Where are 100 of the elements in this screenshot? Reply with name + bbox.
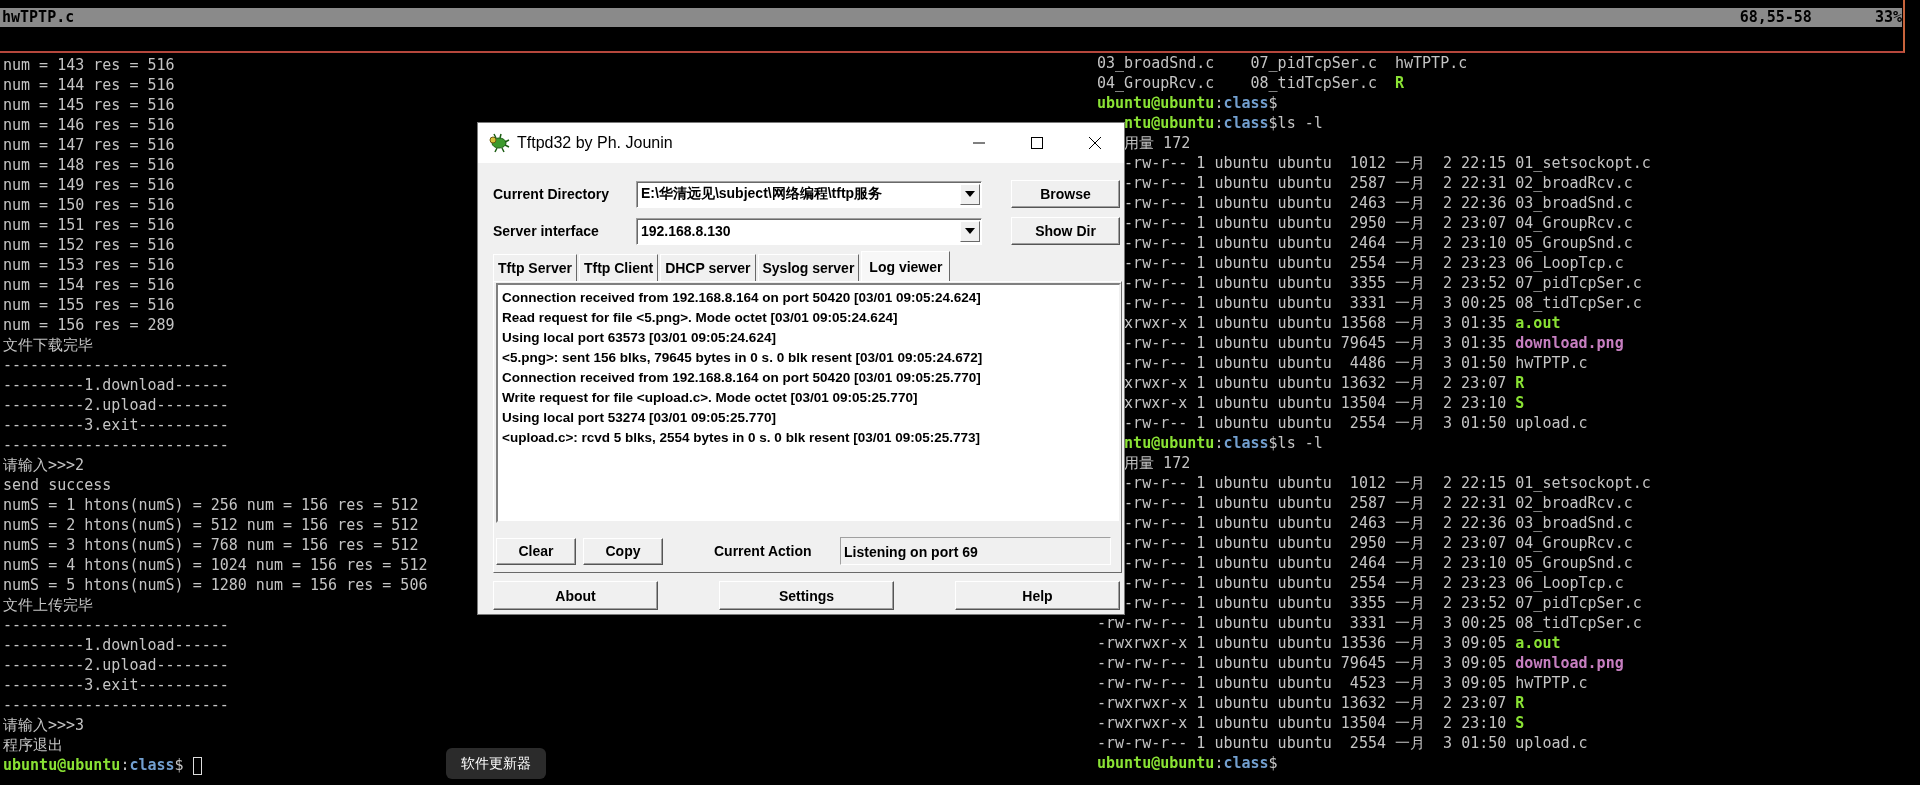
shell-prompt: ntu@ubuntu:class$ (1124, 434, 1278, 452)
file-name: 08_tidTcpSer.c (1250, 73, 1378, 93)
tab[interactable]: Tftp Server (493, 254, 577, 281)
file-details: -rw-rw-r-- 1 ubuntu ubuntu 2554 一月 3 01:50 (1097, 734, 1507, 752)
file-name: R (1515, 694, 1525, 712)
dialog-button[interactable]: Settings (719, 581, 894, 610)
file-name: R (1515, 374, 1525, 392)
combo-box[interactable]: 192.168.8.130 (636, 217, 982, 245)
output-line: num = 152 res = 516 (3, 236, 175, 254)
file-name: download.png (1515, 334, 1624, 352)
file-details: -rwxrwxr-x 1 ubuntu ubuntu 13504 一月 2 23:10 (1097, 714, 1507, 732)
tab[interactable]: Log viewer (861, 251, 951, 281)
file-details: -rw-r-- 1 ubuntu ubuntu 2464 一月 2 23:10 (1124, 234, 1507, 252)
file-name: 06_LoopTcp.c (1515, 254, 1624, 272)
output-line: numS = 2 htons(numS) = 512 num = 156 res = 512 (3, 516, 419, 534)
file-name: 07_pidTcpSer.c (1515, 274, 1642, 292)
output-line: num = 149 res = 516 (3, 176, 175, 194)
file-name: 02_broadRcv.c (1515, 174, 1633, 192)
file-details: xrwxr-x 1 ubuntu ubuntu 13568 一月 3 01:35 (1124, 314, 1507, 332)
output-line: 文件上传完毕 (3, 596, 93, 614)
output-line: 请输入>>>3 (3, 716, 85, 734)
file-details: -rw-r-- 1 ubuntu ubuntu 2464 一月 2 23:10 (1124, 554, 1507, 572)
output-line: ---------2.upload-------- (3, 396, 229, 414)
file-name: hwTPTP.c (1515, 354, 1588, 372)
file-name: R (1395, 73, 1405, 93)
shell-prompt: ntu@ubuntu:class$ (1124, 114, 1278, 132)
side-button[interactable]: Show Dir (1011, 217, 1120, 245)
output-line: num = 156 res = 289 (3, 316, 175, 334)
file-name: 03_broadSnd.c (1515, 194, 1633, 212)
field-label: Current Directory (493, 186, 610, 202)
file-name: S (1515, 714, 1525, 732)
output-line: num = 150 res = 516 (3, 196, 175, 214)
field-label: Current Action (714, 543, 813, 559)
file-details: -rw-r-- 1 ubuntu ubuntu 2554 一月 2 23:23 (1124, 254, 1507, 272)
shell-prompt: ubuntu@ubuntu:class$ (1097, 754, 1278, 772)
log-line: Connection received from 192.168.8.164 on port 50420 [03/01 09:05:25.770] (502, 369, 982, 387)
file-details: -rw-r-- 1 ubuntu ubuntu 2587 一月 2 22:31 (1124, 494, 1507, 512)
output-line: num = 153 res = 516 (3, 256, 175, 274)
tooltip: 软件更新器 (446, 748, 546, 779)
output-line: num = 155 res = 516 (3, 296, 175, 314)
caret-icon (965, 191, 975, 197)
file-details: -rw-r-- 1 ubuntu ubuntu 4486 一月 3 01:50 (1124, 354, 1507, 372)
file-details: -rwxrwxr-x 1 ubuntu ubuntu 13632 一月 2 23:07 (1097, 694, 1507, 712)
shell-prompt: ubuntu@ubuntu:class$ (3, 756, 184, 774)
tab[interactable]: DHCP server (660, 254, 756, 281)
file-name: 08_tidTcpSer.c (1515, 614, 1642, 632)
output-line: 请输入>>>2 (3, 456, 85, 474)
file-details: -rw-r-- 1 ubuntu ubuntu 2554 一月 2 23:23 (1124, 574, 1507, 592)
output-line: num = 146 res = 516 (3, 116, 175, 134)
file-details: -rw-rw-r-- 1 ubuntu ubuntu 4523 一月 3 09:05 (1097, 674, 1507, 692)
output-line: numS = 1 htons(numS) = 256 num = 156 res = 512 (3, 496, 419, 514)
output-line: ---------1.download------ (3, 636, 229, 654)
file-name: upload.c (1515, 734, 1588, 752)
bug-icon (488, 133, 510, 153)
shell-prompt: ubuntu@ubuntu:class$ (1097, 94, 1278, 112)
maximize-icon (1030, 136, 1044, 150)
file-name: 01_setsockopt.c (1515, 154, 1651, 172)
caret-icon (965, 228, 975, 234)
file-name: download.png (1515, 654, 1624, 672)
log-button[interactable]: Clear (496, 537, 576, 565)
file-details: -rw-r-- 1 ubuntu ubuntu 2463 一月 2 22:36 (1124, 514, 1507, 532)
close-icon (1088, 136, 1102, 150)
file-details: -rw-r-- 1 ubuntu ubuntu 79645 一月 3 01:35 (1124, 334, 1507, 352)
dialog-button[interactable]: About (493, 581, 658, 610)
log-line: <5.png>: sent 156 blks, 79645 bytes in 0 s. 0 blk resent [03/01 09:05:24.672] (502, 349, 984, 367)
output-line: numS = 3 htons(numS) = 768 num = 156 res = 512 (3, 536, 419, 554)
tab[interactable]: Tftp Client (578, 254, 659, 281)
file-name: 04_GroupRcv.c (1097, 73, 1216, 93)
combo-box[interactable]: E:\华清远见\subject\网络编程\tftp服务 (636, 180, 982, 208)
file-name: a.out (1515, 314, 1561, 332)
output-line: ------------------------- (3, 696, 229, 714)
file-details: -rwxrwxr-x 1 ubuntu ubuntu 13536 一月 3 09:05 (1097, 634, 1507, 652)
output-line: 程序退出 (3, 736, 63, 754)
log-line: Read request for file <5.png>. Mode octet [03/01 09:05:24.624] (502, 309, 899, 327)
output-line: num = 147 res = 516 (3, 136, 175, 154)
scroll-percent: 33% (1874, 8, 1902, 27)
file-details: -rw-r-- 1 ubuntu ubuntu 1012 一月 2 22:15 (1124, 474, 1507, 492)
log-line: Connection received from 192.168.8.164 on port 50420 [03/01 09:05:24.624] (502, 289, 982, 307)
file-details: -rw-rw-r-- 1 ubuntu ubuntu 3331 一月 3 00:25 (1097, 614, 1507, 632)
output-line: send success (3, 476, 112, 494)
file-name: 07_pidTcpSer.c (1250, 53, 1378, 73)
file-details: -rw-r-- 1 ubuntu ubuntu 2950 一月 2 23:07 (1124, 214, 1507, 232)
tab[interactable]: Syslog server (757, 254, 860, 281)
file-details: xrwxr-x 1 ubuntu ubuntu 13504 一月 2 23:10 (1124, 394, 1507, 412)
output-line: ---------3.exit---------- (3, 676, 229, 694)
output-line: ------------------------- (3, 356, 229, 374)
log-line: Using local port 53274 [03/01 09:05:25.770] (502, 409, 777, 427)
file-details: xrwxr-x 1 ubuntu ubuntu 13632 一月 2 23:07 (1124, 374, 1507, 392)
output-line: 用量 172 (1124, 454, 1191, 472)
side-button[interactable]: Browse (1011, 180, 1120, 208)
file-details: -rw-r-- 1 ubuntu ubuntu 2463 一月 2 22:36 (1124, 194, 1507, 212)
window-title: Tftpd32 by Ph. Jounin (517, 134, 673, 152)
log-button[interactable]: Copy (583, 537, 663, 565)
file-name: a.out (1515, 634, 1561, 652)
dialog-button[interactable]: Help (955, 581, 1120, 610)
file-name: 05_GroupSnd.c (1515, 234, 1633, 252)
file-details: -rw-r-- 1 ubuntu ubuntu 3355 一月 2 23:52 (1124, 274, 1507, 292)
status-field: Listening on port 69 (840, 537, 1111, 565)
output-line: num = 154 res = 516 (3, 276, 175, 294)
log-line: <upload.c>: rcvd 5 blks, 2554 bytes in 0 s. 0 blk resent [03/01 09:05:25.773] (502, 429, 981, 447)
